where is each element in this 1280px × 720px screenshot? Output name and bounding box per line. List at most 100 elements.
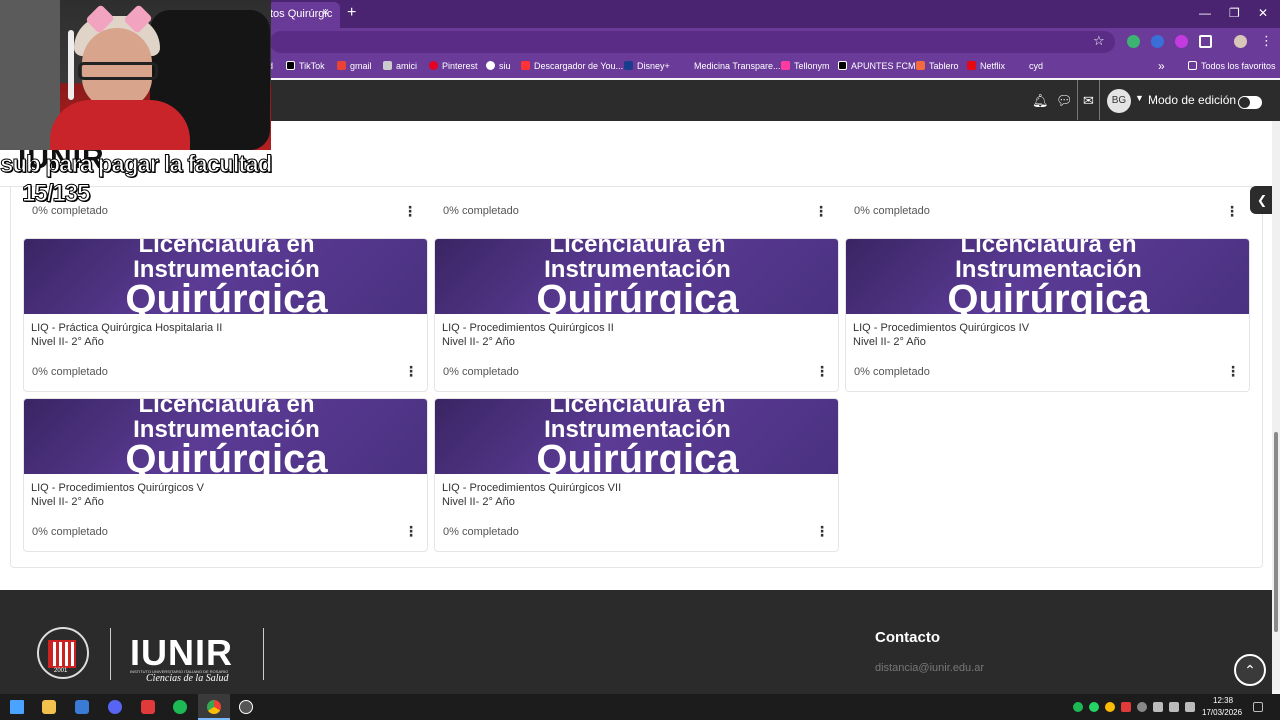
file-explorer-icon[interactable] <box>42 700 56 714</box>
volume-icon[interactable] <box>1185 702 1195 712</box>
spotify-icon[interactable] <box>173 700 187 714</box>
discord-icon[interactable] <box>108 700 122 714</box>
extension-purple-icon[interactable] <box>1175 35 1188 48</box>
new-tab-button[interactable]: + <box>347 4 356 22</box>
course-title[interactable]: LIQ - Procedimientos Quirúrgicos IV <box>853 322 1029 334</box>
bookmark-item[interactable]: Tablero <box>916 61 959 71</box>
course-menu-icon[interactable]: ⋮ <box>1225 203 1239 220</box>
mail-button[interactable]: ✉ <box>1077 80 1100 120</box>
whatsapp-tray-icon[interactable] <box>1089 702 1099 712</box>
network-icon[interactable] <box>1169 702 1179 712</box>
apuntes-icon <box>838 61 847 70</box>
stream-overlay-text: sub para pagar la facultad <box>0 151 273 179</box>
bookmark-item[interactable]: Netflix <box>967 61 1005 71</box>
course-banner-image[interactable]: Licenciatura en Instrumentación Quirúrgi… <box>435 239 838 314</box>
spotify-tray-icon[interactable] <box>1073 702 1083 712</box>
minimize-button[interactable]: — <box>1199 6 1211 20</box>
bookmark-item[interactable]: APUNTES FCM <box>838 61 916 71</box>
divider <box>110 628 111 680</box>
tab-active[interactable]: tos Quirúrgic <box>268 2 340 28</box>
course-menu-icon[interactable]: ⋮ <box>404 363 418 380</box>
chrome-icon <box>207 700 221 714</box>
app-red-icon[interactable] <box>141 700 155 714</box>
course-menu-icon[interactable]: ⋮ <box>403 203 417 220</box>
bookmark-item[interactable]: Medicina Transpare... <box>681 61 781 71</box>
avatar[interactable]: BG <box>1107 89 1131 113</box>
bookmark-item[interactable]: Tellonym <box>781 61 830 71</box>
windows-start-icon[interactable] <box>10 700 24 714</box>
microphone-icon[interactable] <box>1153 702 1163 712</box>
course-banner-image[interactable]: Licenciatura en Instrumentación Quirúrgi… <box>846 239 1249 314</box>
tablero-icon <box>916 61 925 70</box>
course-title[interactable]: LIQ - Práctica Quirúrgica Hospitalaria I… <box>31 322 222 334</box>
extension-shield-icon[interactable] <box>1127 35 1140 48</box>
footer-brand[interactable]: IUNIR <box>130 632 233 674</box>
messages-chat-icon[interactable]: 💬︎ <box>1056 93 1073 109</box>
course-card[interactable]: Licenciatura en Instrumentación Quirúrgi… <box>434 238 839 392</box>
chrome-tray-icon[interactable] <box>1105 702 1115 712</box>
bookmark-item[interactable]: Descargador de You... <box>521 61 623 71</box>
notifications-bell-icon[interactable]: 🔔︎ <box>1032 93 1049 109</box>
scrollbar-thumb[interactable] <box>1274 432 1278 632</box>
obs-icon[interactable] <box>239 700 253 714</box>
bookmark-item[interactable]: cyd <box>1016 61 1043 71</box>
app-tray-icon[interactable] <box>1121 702 1131 712</box>
profile-avatar-icon[interactable] <box>1234 35 1247 48</box>
bookmarks-overflow-icon[interactable]: » <box>1158 59 1165 73</box>
store-icon[interactable] <box>75 700 89 714</box>
bookmark-item[interactable]: gmail <box>337 61 372 71</box>
tab-close-icon[interactable]: × <box>322 5 329 19</box>
webcam-overlay <box>0 0 271 150</box>
course-title[interactable]: LIQ - Procedimientos Quirúrgicos II <box>442 322 614 334</box>
course-menu-icon[interactable]: ⋮ <box>815 363 829 380</box>
course-progress: 0% completado <box>443 205 519 217</box>
all-bookmarks-button[interactable]: Todos los favoritos <box>1188 61 1276 71</box>
back-to-top-button[interactable]: ⌃ <box>1234 654 1266 686</box>
course-menu-icon[interactable]: ⋮ <box>815 523 829 540</box>
bookmark-item[interactable]: Disney+ <box>624 61 670 71</box>
course-menu-icon[interactable]: ⋮ <box>814 203 828 220</box>
drawer-toggle-button[interactable]: ❮ <box>1250 186 1274 214</box>
course-title[interactable]: LIQ - Procedimientos Quirúrgicos V <box>31 482 204 494</box>
edit-mode-toggle[interactable] <box>1238 96 1262 109</box>
folder-icon <box>1188 61 1197 70</box>
bookmark-item[interactable]: Pinterest <box>429 61 478 71</box>
course-level: Nivel II- 2° Año <box>442 336 515 348</box>
course-progress: 0% completado <box>854 205 930 217</box>
course-card[interactable]: Licenciatura en Instrumentación Quirúrgi… <box>23 398 428 552</box>
obs-tray-icon[interactable] <box>1137 702 1147 712</box>
course-card[interactable]: Licenciatura en Instrumentación Quirúrgi… <box>434 398 839 552</box>
taskbar-time[interactable]: 12:38 <box>1213 696 1233 705</box>
notifications-icon[interactable] <box>1253 702 1263 712</box>
mail-icon: ✉ <box>1083 93 1094 108</box>
course-banner-image[interactable]: Licenciatura en Instrumentación Quirúrgi… <box>24 399 427 474</box>
close-window-button[interactable]: ✕ <box>1258 6 1268 20</box>
course-menu-icon[interactable]: ⋮ <box>404 523 418 540</box>
disney-icon <box>624 61 633 70</box>
bookmark-item[interactable]: amici <box>383 61 417 71</box>
course-title[interactable]: LIQ - Procedimientos Quirúrgicos VII <box>442 482 621 494</box>
bookmark-star-icon[interactable]: ☆ <box>1093 33 1105 49</box>
browser-menu-icon[interactable]: ⋮ <box>1260 33 1273 49</box>
windows-taskbar <box>0 694 1280 720</box>
course-card[interactable]: Licenciatura en Instrumentación Quirúrgi… <box>23 238 428 392</box>
bookmark-item[interactable]: TikTok <box>286 61 325 71</box>
course-progress: 0% completado <box>443 366 519 378</box>
tellonym-icon <box>781 61 790 70</box>
extension-blue-icon[interactable] <box>1151 35 1164 48</box>
course-card[interactable]: Licenciatura en Instrumentación Quirúrgi… <box>845 238 1250 392</box>
course-banner-image[interactable]: Licenciatura en Instrumentación Quirúrgi… <box>435 399 838 474</box>
stream-overlay-counter: 15/135 <box>21 180 90 208</box>
course-progress: 0% completado <box>32 366 108 378</box>
chrome-taskbar-button[interactable] <box>198 694 230 720</box>
course-banner-image[interactable]: Licenciatura en Instrumentación Quirúrgi… <box>24 239 427 314</box>
course-menu-icon[interactable]: ⋮ <box>1226 363 1240 380</box>
contact-email-link[interactable]: distancia@iunir.edu.ar <box>875 662 984 674</box>
restore-button[interactable]: ❐ <box>1229 6 1240 20</box>
taskbar-date[interactable]: 17/03/2026 <box>1202 708 1242 717</box>
seal-year: 2001 <box>54 668 68 674</box>
extensions-puzzle-icon[interactable] <box>1199 35 1212 48</box>
chevron-down-icon[interactable]: ▼ <box>1135 93 1144 103</box>
address-bar[interactable] <box>270 31 1115 53</box>
bookmark-item[interactable]: siu <box>486 61 511 71</box>
